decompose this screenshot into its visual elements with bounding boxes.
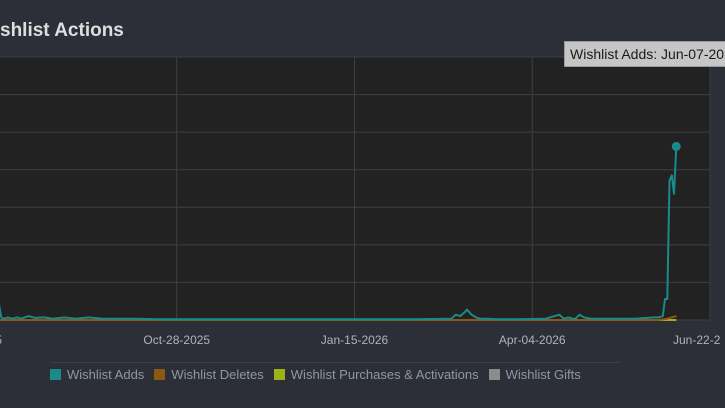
legend-swatch-wishlist-purchases	[273, 368, 285, 380]
x-tick-label: Apr-04-2026	[499, 333, 566, 347]
data-tooltip: Wishlist Adds: Jun-07-202	[564, 41, 725, 67]
legend-swatch-wishlist-adds	[50, 368, 61, 380]
x-tick-label: Jun-22-2	[673, 333, 721, 347]
legend-label-wishlist-adds: Wishlist Adds	[67, 366, 145, 382]
legend-item-wishlist-gifts[interactable]: Wishlist Gifts	[488, 366, 581, 382]
x-tick-label: Oct-28-2025	[143, 333, 210, 347]
legend-swatch-wishlist-gifts	[488, 368, 500, 380]
x-tick-label: Jan-15-2026	[321, 333, 389, 347]
legend-swatch-wishlist-deletes	[154, 368, 166, 380]
legend-label-wishlist-purchases: Wishlist Purchases & Activations	[290, 366, 479, 382]
x-axis: 5 Oct-28-2025 Jan-15-2026 Apr-04-2026 Jun-22…	[0, 333, 721, 347]
chart-legend: Wishlist Adds Wishlist Deletes Wishlist …	[50, 362, 620, 385]
legend-item-wishlist-purchases[interactable]: Wishlist Purchases & Activations	[273, 366, 479, 382]
legend-item-wishlist-adds[interactable]: Wishlist Adds	[50, 367, 144, 382]
legend-item-wishlist-deletes[interactable]: Wishlist Deletes	[154, 366, 264, 382]
legend-label-wishlist-deletes: Wishlist Deletes	[171, 366, 264, 382]
highlight-point[interactable]	[671, 141, 681, 151]
chart-panel: shlist Actions 5Oct-28-2025Jan-15-2026Ap…	[0, 0, 725, 408]
x-tick-label: 5	[0, 333, 2, 347]
legend-label-wishlist-gifts: Wishlist Gifts	[505, 366, 581, 382]
